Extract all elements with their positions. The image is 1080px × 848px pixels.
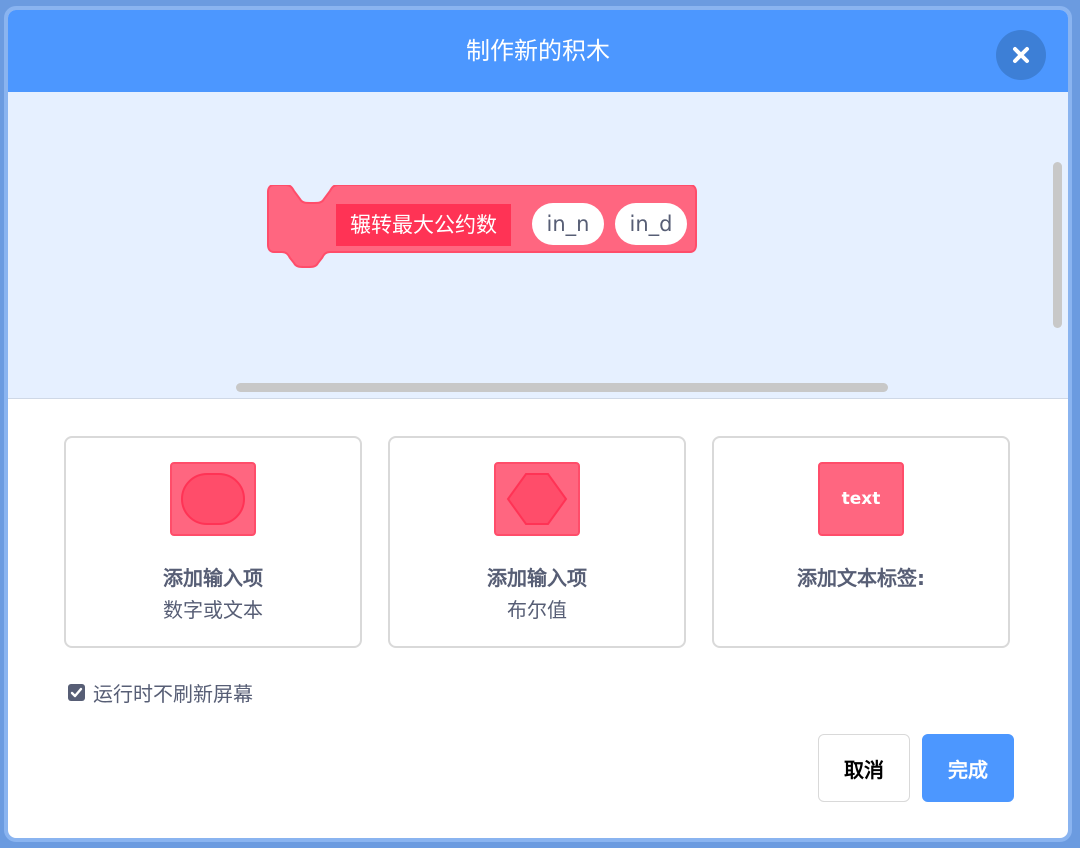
number-text-input-icon — [170, 462, 256, 536]
make-block-dialog: 制作新的积木 辗转最大公约数 in_n in_d 添加输入项 数字或文本 添加输… — [4, 6, 1072, 842]
add-text-label-button[interactable]: text 添加文本标签: — [712, 436, 1010, 648]
dialog-title: 制作新的积木 — [466, 37, 610, 65]
option-subtitle: 数字或文本 — [163, 598, 263, 622]
text-label-icon: text — [818, 462, 904, 536]
checkmark-icon — [70, 687, 83, 697]
horizontal-scrollbar[interactable] — [236, 383, 888, 392]
close-button[interactable] — [996, 30, 1046, 80]
option-title: 添加输入项 — [163, 566, 263, 590]
add-boolean-input-button[interactable]: 添加输入项 布尔值 — [388, 436, 686, 648]
block-preview-workspace[interactable]: 辗转最大公约数 in_n in_d — [8, 92, 1068, 399]
option-title: 添加输入项 — [487, 566, 587, 590]
option-title: 添加文本标签: — [797, 566, 925, 590]
vertical-scrollbar[interactable] — [1053, 162, 1062, 328]
run-without-refresh-row: 运行时不刷新屏幕 — [68, 678, 253, 706]
add-number-text-input-button[interactable]: 添加输入项 数字或文本 — [64, 436, 362, 648]
option-subtitle: 布尔值 — [507, 598, 567, 622]
block-arg-in-n[interactable]: in_n — [532, 203, 604, 245]
block-name-field[interactable]: 辗转最大公约数 — [336, 204, 511, 246]
run-without-refresh-label: 运行时不刷新屏幕 — [93, 681, 253, 706]
dialog-header: 制作新的积木 — [8, 10, 1068, 92]
boolean-input-icon — [494, 462, 580, 536]
cancel-button[interactable]: 取消 — [818, 734, 910, 802]
block-arg-in-d[interactable]: in_d — [615, 203, 687, 245]
text-label-icon-text: text — [841, 489, 881, 509]
run-without-refresh-checkbox[interactable] — [68, 683, 85, 701]
close-icon — [1013, 47, 1029, 63]
ok-button[interactable]: 完成 — [922, 734, 1014, 802]
